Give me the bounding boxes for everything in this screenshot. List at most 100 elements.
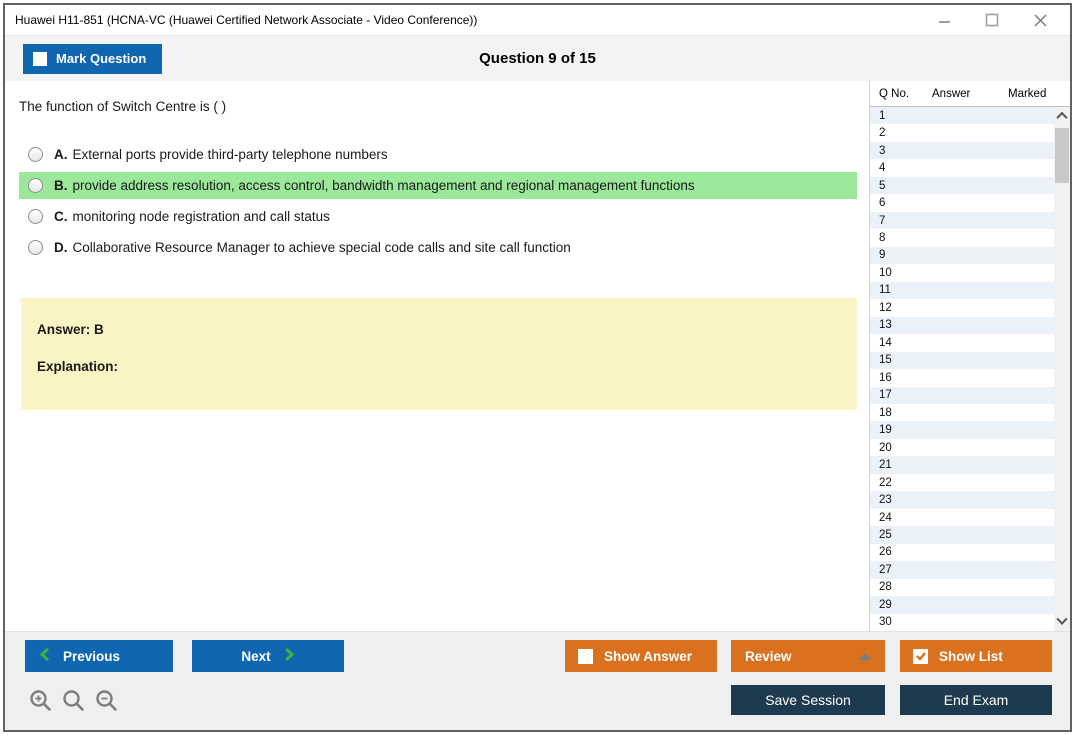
review-label: Review bbox=[745, 648, 792, 664]
review-button[interactable]: Review bbox=[731, 640, 885, 672]
question-row[interactable]: 5 bbox=[870, 176, 1054, 195]
show-list-button[interactable]: Show List bbox=[900, 640, 1052, 672]
question-row[interactable]: 15 bbox=[870, 351, 1054, 370]
question-row[interactable]: 17 bbox=[870, 386, 1054, 404]
question-row[interactable]: 3 bbox=[870, 141, 1054, 160]
window-controls bbox=[936, 5, 1048, 35]
question-row[interactable]: 12 bbox=[870, 299, 1054, 316]
question-row[interactable]: 6 bbox=[870, 194, 1054, 211]
row-number: 30 bbox=[879, 616, 892, 629]
maximize-icon[interactable] bbox=[984, 12, 1000, 28]
column-marked: Marked bbox=[1008, 87, 1047, 100]
radio-button-icon[interactable] bbox=[28, 178, 43, 193]
app-window: Huawei H11-851 (HCNA-VC (Huawei Certifie… bbox=[3, 3, 1072, 732]
question-row[interactable]: 8 bbox=[870, 229, 1054, 246]
question-row[interactable]: 2 bbox=[870, 124, 1054, 141]
title-bar: Huawei H11-851 (HCNA-VC (Huawei Certifie… bbox=[5, 5, 1070, 35]
show-list-checkbox-checked[interactable] bbox=[913, 648, 928, 664]
mark-question-checkbox[interactable] bbox=[33, 51, 47, 66]
option-text: External ports provide third-party telep… bbox=[72, 147, 388, 162]
show-answer-checkbox[interactable] bbox=[578, 648, 593, 664]
question-row[interactable]: 30 bbox=[870, 614, 1054, 631]
question-rows: 1 2 3 4 5 6 7 8 9 10 11 12 13 14 15 16 1… bbox=[870, 107, 1054, 631]
question-row[interactable]: 13 bbox=[870, 316, 1054, 335]
question-row[interactable]: 11 bbox=[870, 281, 1054, 300]
minimize-icon[interactable] bbox=[936, 12, 952, 28]
row-number: 12 bbox=[879, 301, 892, 314]
save-session-button[interactable]: Save Session bbox=[731, 685, 885, 715]
question-row[interactable]: 29 bbox=[870, 596, 1054, 614]
explanation-label: Explanation: bbox=[37, 359, 119, 374]
row-number: 16 bbox=[879, 371, 892, 384]
scroll-down-icon[interactable] bbox=[1054, 613, 1070, 630]
question-row[interactable]: 7 bbox=[870, 211, 1054, 230]
question-row[interactable]: 24 bbox=[870, 509, 1054, 526]
end-exam-button[interactable]: End Exam bbox=[900, 685, 1052, 715]
mark-question-label: Mark Question bbox=[56, 51, 147, 66]
question-row[interactable]: 19 bbox=[870, 421, 1054, 439]
row-number: 10 bbox=[879, 266, 892, 279]
question-row[interactable]: 20 bbox=[870, 439, 1054, 456]
answer-option[interactable]: D. Collaborative Resource Manager to ach… bbox=[19, 234, 857, 261]
next-button[interactable]: Next bbox=[192, 640, 344, 672]
zoom-in-icon[interactable] bbox=[29, 689, 53, 713]
question-list-header: Q No. Answer Marked bbox=[870, 81, 1070, 107]
previous-button[interactable]: Previous bbox=[25, 640, 173, 672]
answer-option[interactable]: A. External ports provide third-party te… bbox=[19, 141, 857, 168]
option-letter: B. bbox=[54, 178, 68, 193]
row-number: 28 bbox=[879, 581, 892, 594]
question-row[interactable]: 18 bbox=[870, 404, 1054, 421]
show-answer-button[interactable]: Show Answer bbox=[565, 640, 717, 672]
next-label: Next bbox=[241, 648, 271, 664]
question-row[interactable]: 16 bbox=[870, 369, 1054, 386]
question-area: The function of Switch Centre is ( ) A. … bbox=[5, 81, 869, 631]
question-row[interactable]: 4 bbox=[870, 159, 1054, 176]
row-number: 4 bbox=[879, 162, 886, 175]
question-row[interactable]: 9 bbox=[870, 246, 1054, 265]
close-icon[interactable] bbox=[1032, 12, 1048, 28]
question-row[interactable]: 25 bbox=[870, 526, 1054, 544]
row-number: 29 bbox=[879, 598, 892, 611]
show-list-label: Show List bbox=[939, 648, 1003, 664]
row-number: 11 bbox=[879, 284, 891, 297]
option-text: provide address resolution, access contr… bbox=[72, 178, 695, 193]
row-number: 26 bbox=[879, 546, 892, 559]
header-bar: Question 9 of 15 Mark Question bbox=[5, 35, 1070, 81]
question-row[interactable]: 1 bbox=[870, 107, 1054, 125]
question-row[interactable]: 10 bbox=[870, 264, 1054, 281]
question-list-scrollbar[interactable] bbox=[1054, 107, 1070, 631]
question-row[interactable]: 14 bbox=[870, 334, 1054, 351]
row-number: 20 bbox=[879, 441, 892, 454]
zoom-reset-icon[interactable] bbox=[62, 689, 86, 713]
question-row[interactable]: 28 bbox=[870, 579, 1054, 596]
scrollbar-thumb[interactable] bbox=[1055, 128, 1069, 183]
radio-button-icon[interactable] bbox=[28, 209, 43, 224]
mark-question-button[interactable]: Mark Question bbox=[23, 43, 163, 74]
row-number: 25 bbox=[879, 528, 892, 541]
option-letter: C. bbox=[54, 209, 68, 224]
answer-option[interactable]: B. provide address resolution, access co… bbox=[19, 172, 857, 199]
previous-label: Previous bbox=[63, 648, 121, 664]
question-row[interactable]: 21 bbox=[870, 456, 1054, 474]
answer-explanation-box: Answer: B Explanation: bbox=[21, 298, 857, 410]
radio-button-icon[interactable] bbox=[28, 240, 43, 255]
question-row[interactable]: 22 bbox=[870, 474, 1054, 491]
option-letter: A. bbox=[54, 147, 68, 162]
question-counter: Question 9 of 15 bbox=[479, 50, 596, 67]
answer-option[interactable]: C. monitoring node registration and call… bbox=[19, 203, 857, 230]
option-letter: D. bbox=[54, 240, 68, 255]
zoom-out-icon[interactable] bbox=[95, 689, 119, 713]
question-row[interactable]: 26 bbox=[870, 544, 1054, 561]
column-answer: Answer bbox=[932, 87, 971, 100]
question-row[interactable]: 23 bbox=[870, 491, 1054, 509]
row-number: 22 bbox=[879, 476, 892, 489]
radio-button-icon[interactable] bbox=[28, 147, 43, 162]
question-row[interactable]: 27 bbox=[870, 561, 1054, 579]
scroll-up-icon[interactable] bbox=[1054, 108, 1070, 124]
row-number: 5 bbox=[879, 179, 886, 192]
main-area: The function of Switch Centre is ( ) A. … bbox=[5, 81, 1070, 631]
row-number: 15 bbox=[879, 354, 892, 367]
row-number: 8 bbox=[879, 232, 886, 245]
row-number: 18 bbox=[879, 406, 892, 419]
caret-up-icon bbox=[859, 653, 871, 660]
